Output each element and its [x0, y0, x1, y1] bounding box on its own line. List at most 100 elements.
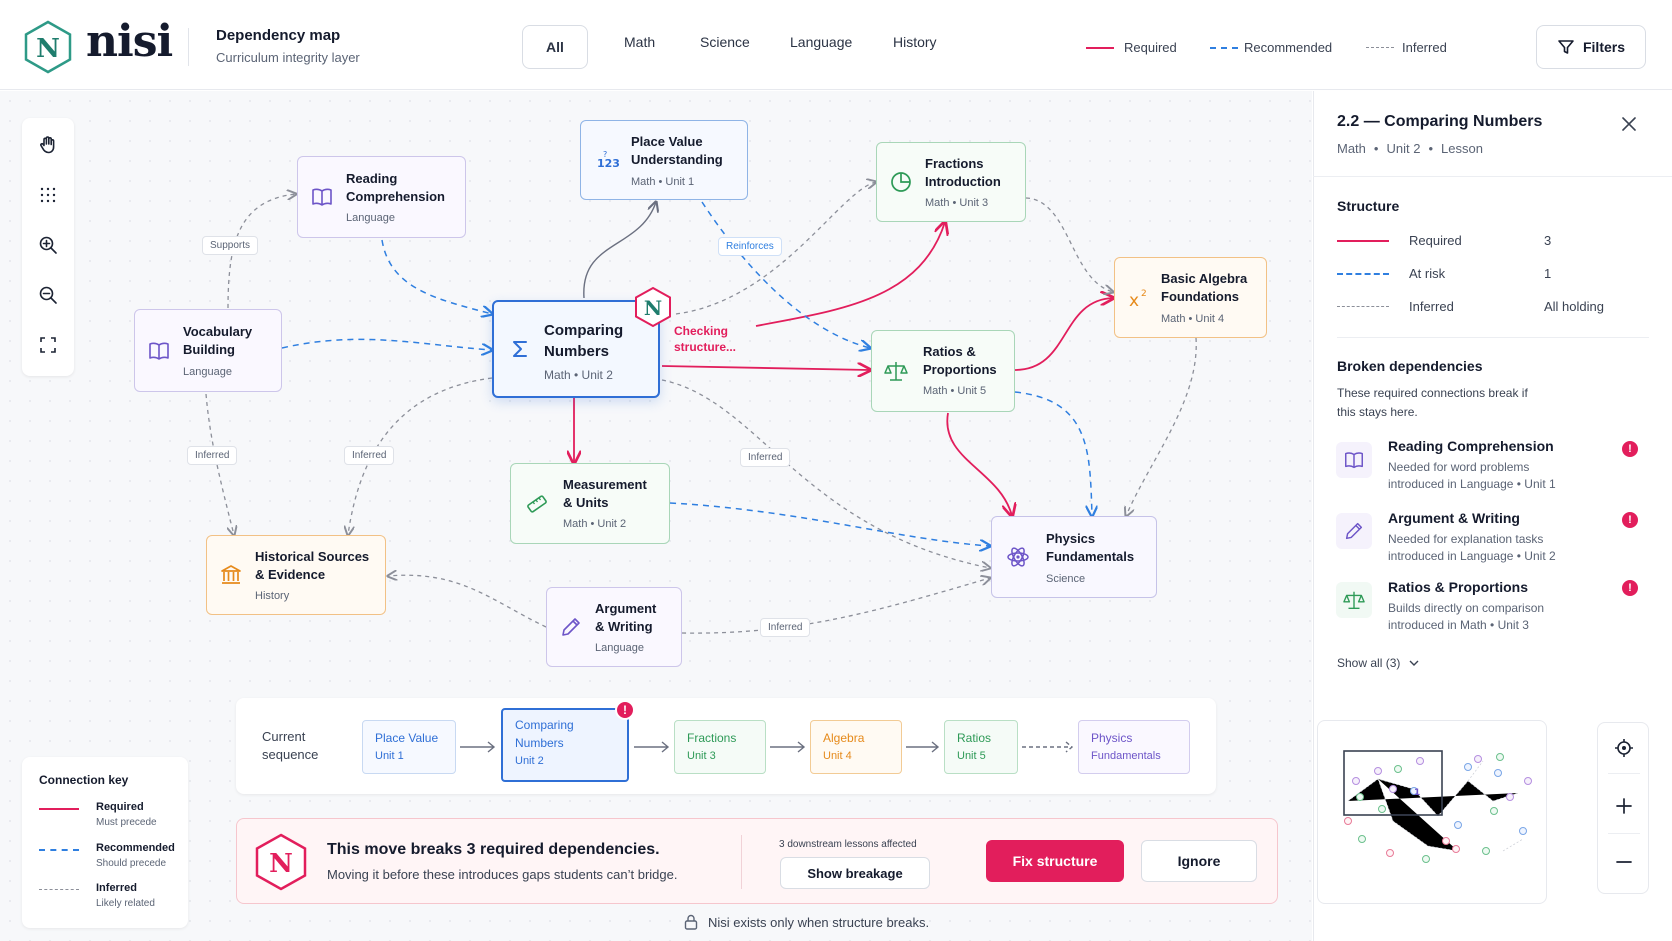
broken-title: Broken dependencies — [1337, 358, 1483, 374]
node-meta: Math • Unit 4 — [1161, 313, 1225, 325]
minimap[interactable]: 1 — [1317, 720, 1547, 904]
zoom-in-tool[interactable] — [35, 232, 61, 258]
svg-text:N: N — [644, 296, 662, 320]
ruler-icon — [527, 494, 547, 513]
node-meta: Language — [183, 366, 232, 378]
edge-label-reinforces: Reinforces — [718, 237, 782, 256]
node-fractions[interactable]: Fractions Introduction Math • Unit 3 — [876, 142, 1026, 222]
legend-inferred: Inferred — [1402, 40, 1447, 55]
edge-required — [755, 222, 945, 327]
node-algebra[interactable]: x2 Basic Algebra Foundations Math • Unit … — [1114, 257, 1267, 338]
node-meta: Science — [1046, 573, 1086, 585]
node-meta: History — [255, 590, 290, 602]
nisi-badge-icon[interactable]: N — [634, 286, 672, 328]
node-ratios[interactable]: Ratios & Proportions Math • Unit 5 — [871, 330, 1015, 412]
filters-button[interactable]: Filters — [1536, 25, 1646, 69]
filters-label: Filters — [1582, 39, 1625, 55]
zoom-in-button[interactable] — [1611, 793, 1637, 819]
edge-recommended — [381, 239, 492, 314]
structure-inferred-line — [1337, 306, 1389, 307]
structure-required-label: Required — [1409, 233, 1462, 248]
breakage-alert: N This move breaks 3 required dependenci… — [236, 818, 1278, 904]
node-title: Vocabulary Building — [183, 324, 253, 357]
scale-icon — [884, 362, 908, 381]
key-required-line — [39, 808, 79, 810]
node-title: Historical Sources & Evidence — [255, 549, 370, 582]
edge-label-inferred: Inferred — [187, 446, 238, 465]
zoom-out-button[interactable] — [1611, 849, 1637, 875]
book-icon — [1345, 452, 1363, 469]
key-required-sub: Must precede — [96, 817, 157, 828]
edge-label-inferred: Inferred — [740, 448, 791, 467]
ignore-button[interactable]: Ignore — [1141, 840, 1257, 882]
hand-icon — [40, 136, 55, 154]
sigma-icon — [513, 341, 527, 357]
structure-title: Structure — [1337, 198, 1400, 214]
node-title: Basic Algebra Foundations — [1161, 271, 1248, 304]
close-icon[interactable] — [1620, 115, 1638, 133]
edge-recommended — [281, 338, 492, 350]
chevron-down-icon — [1409, 660, 1419, 666]
structure-at-risk-label: At risk — [1409, 266, 1446, 281]
zoom-in-icon — [39, 236, 57, 254]
broken-item-title[interactable]: Argument & Writing — [1388, 510, 1520, 526]
key-recommended-sub: Should precede — [96, 858, 167, 869]
recenter-button[interactable] — [1611, 735, 1637, 761]
edge-recommended — [1014, 391, 1092, 516]
zoom-out-tool[interactable] — [35, 282, 61, 308]
node-title: Reading Comprehension — [346, 171, 445, 204]
edge-inferred — [1025, 197, 1113, 292]
node-physics[interactable]: Physics Fundamentals Science — [991, 516, 1157, 598]
node-historical[interactable]: Historical Sources & Evidence History — [206, 535, 386, 615]
pan-tool[interactable] — [35, 132, 61, 158]
node-meta: Math • Unit 2 — [544, 368, 613, 382]
edge-inferred — [388, 575, 547, 628]
edge-label-inferred: Inferred — [344, 446, 395, 465]
node-reading[interactable]: Reading Comprehension Language — [297, 156, 466, 238]
lock-icon — [684, 914, 698, 930]
pencil-icon — [562, 618, 580, 636]
select-tool[interactable] — [35, 182, 61, 208]
key-required-label: Required — [96, 801, 144, 813]
node-title: Ratios & Proportions — [923, 344, 997, 377]
plus-icon — [1616, 798, 1632, 814]
alert-divider — [741, 835, 742, 889]
node-place-value[interactable]: 123? Place Value Understanding Math • Uni… — [580, 120, 748, 200]
broken-item-title[interactable]: Ratios & Proportions — [1388, 579, 1528, 595]
edge-required — [1014, 298, 1113, 371]
broken-item-desc: Builds directly on comparison introduced … — [1388, 601, 1545, 632]
dot-grid-icon — [40, 187, 56, 203]
node-meta: Math • Unit 1 — [631, 176, 695, 188]
node-title: Physics Fundamentals — [1046, 531, 1135, 564]
node-measurement[interactable]: Measurement & Units Math • Unit 2 — [510, 463, 670, 544]
structure-inferred-label: Inferred — [1409, 299, 1454, 314]
edge-recommended — [669, 502, 990, 546]
minus-icon — [1616, 861, 1632, 863]
fix-structure-button[interactable]: Fix structure — [986, 840, 1124, 882]
show-breakage-button[interactable]: Show breakage — [780, 857, 930, 889]
panel-divider — [1337, 337, 1649, 338]
footer-note: Nisi exists only when structure breaks. — [684, 914, 929, 930]
node-vocabulary[interactable]: Vocabulary Building Language — [134, 309, 282, 392]
canvas-toolbar — [22, 118, 74, 376]
broken-item-title[interactable]: Reading Comprehension — [1388, 438, 1554, 454]
zoom-divider — [1608, 773, 1640, 774]
structure-required-value: 3 — [1544, 233, 1552, 248]
node-argument[interactable]: Argument & Writing Language — [546, 587, 682, 667]
affected-count: 3 downstream lessons affected — [779, 839, 917, 850]
svg-text:123: 123 — [597, 157, 619, 170]
key-inferred-label: Inferred — [96, 882, 137, 894]
error-icon: ! — [1622, 512, 1638, 528]
fit-view-tool[interactable] — [35, 332, 61, 358]
minimap-graph: 1 — [1343, 750, 1532, 863]
atom-icon — [1007, 547, 1029, 567]
show-all-link[interactable]: Show all (3) — [1337, 656, 1420, 670]
node-title: Fractions Introduction — [925, 156, 1001, 189]
show-all-label: Show all (3) — [1337, 656, 1401, 670]
123-icon: 123? — [597, 150, 619, 170]
node-meta: Math • Unit 5 — [923, 385, 987, 397]
node-meta: Language — [346, 212, 395, 224]
edge-inferred — [1126, 337, 1197, 516]
x-squared-icon: x2 — [1129, 289, 1147, 310]
broken-description: These required connections break if this … — [1337, 386, 1528, 419]
